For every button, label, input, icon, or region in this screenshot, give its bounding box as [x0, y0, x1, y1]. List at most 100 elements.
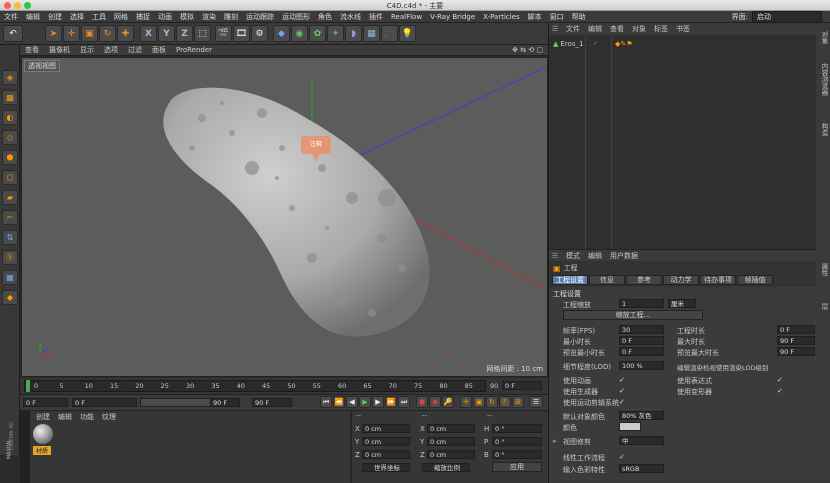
- side-tab-layers[interactable]: 层: [819, 303, 829, 310]
- subdivision-icon[interactable]: ◉: [291, 25, 308, 42]
- menu-sculpt[interactable]: 雕刻: [220, 12, 242, 22]
- view-clip-select[interactable]: 中: [619, 436, 664, 445]
- texture-mode-icon[interactable]: ◐: [2, 110, 18, 125]
- viewport-menu-display[interactable]: 显示: [75, 45, 99, 55]
- use-generators-checkbox[interactable]: ✓: [619, 387, 627, 395]
- size-y-field[interactable]: 0 cm: [427, 437, 475, 446]
- menu-simulate[interactable]: 模拟: [176, 12, 198, 22]
- size-mode-select[interactable]: 缩放比例: [422, 463, 470, 472]
- cube-icon[interactable]: ◆: [273, 25, 290, 42]
- menu-animate[interactable]: 动画: [154, 12, 176, 22]
- menu-mesh[interactable]: 网格: [110, 12, 132, 22]
- om-menu-objects[interactable]: 对象: [628, 24, 650, 34]
- side-tab-attributes[interactable]: 属性: [819, 263, 829, 276]
- preview-min-field[interactable]: 0 F: [619, 347, 664, 356]
- lock-workplane-icon[interactable]: ◆: [2, 290, 18, 305]
- min-time-field[interactable]: 0 F: [619, 336, 664, 345]
- menu-edit[interactable]: 编辑: [22, 12, 44, 22]
- linear-workflow-checkbox[interactable]: ✓: [619, 453, 627, 461]
- menu-help[interactable]: 帮助: [568, 12, 590, 22]
- color-swatch[interactable]: [619, 422, 641, 431]
- key-position-icon[interactable]: ✛: [460, 396, 472, 408]
- coordinate-system-icon[interactable]: ⬚: [194, 25, 211, 42]
- start-frame-field[interactable]: 0 F: [23, 398, 68, 407]
- menu-file[interactable]: 文件: [0, 12, 22, 22]
- menu-motion-tracking[interactable]: 运动跟踪: [242, 12, 278, 22]
- material-menu-create[interactable]: 创建: [32, 412, 54, 422]
- menu-pipeline[interactable]: 流水线: [336, 12, 365, 22]
- menu-x-particles[interactable]: X-Particles: [479, 13, 523, 21]
- viewport-menu-filter[interactable]: 过滤: [123, 45, 147, 55]
- material-menu-texture[interactable]: 纹理: [98, 412, 120, 422]
- tweak-mode-icon[interactable]: ⇅: [2, 230, 18, 245]
- prev-frame-icon[interactable]: ◀: [346, 396, 358, 408]
- tab-dynamics[interactable]: 动力学: [663, 275, 699, 285]
- project-time-field[interactable]: 0 F: [777, 325, 815, 334]
- am-menu-mode[interactable]: 模式: [562, 251, 584, 261]
- max-time-field[interactable]: 90 F: [777, 336, 815, 345]
- next-frame-icon[interactable]: ▶: [372, 396, 384, 408]
- points-mode-icon[interactable]: ⬢: [2, 150, 18, 165]
- tab-key-interpolation[interactable]: 帧插值: [737, 275, 773, 285]
- viewport-menu-prorender[interactable]: ProRender: [171, 46, 217, 54]
- object-list[interactable]: ▲ Eros_1 ⁚ ✓ ◆✎⚑: [549, 36, 817, 249]
- size-z-field[interactable]: 0 cm: [427, 450, 475, 459]
- render-view-icon[interactable]: 🎬: [215, 25, 232, 42]
- rotate-icon[interactable]: ↻: [99, 25, 116, 42]
- material-preview-sphere[interactable]: [33, 424, 53, 444]
- play-icon[interactable]: ▶: [359, 396, 371, 408]
- am-menu-edit[interactable]: 编辑: [584, 251, 606, 261]
- y-axis-lock-icon[interactable]: Y: [158, 25, 175, 42]
- pos-y-field[interactable]: 0 cm: [362, 437, 410, 446]
- goto-start-icon[interactable]: ⏮: [320, 396, 332, 408]
- edges-mode-icon[interactable]: ⬡: [2, 170, 18, 185]
- deformer-icon[interactable]: ◗: [345, 25, 362, 42]
- size-x-field[interactable]: 0 cm: [427, 424, 475, 433]
- menu-snap[interactable]: 捕捉: [132, 12, 154, 22]
- visibility-dots-icon[interactable]: ⁚ ✓: [589, 40, 598, 47]
- model-mode-icon[interactable]: ▩: [2, 90, 18, 105]
- menu-mograph[interactable]: 运动图形: [278, 12, 314, 22]
- make-editable-icon[interactable]: ◈: [2, 70, 18, 85]
- live-select-icon[interactable]: ➤: [45, 25, 62, 42]
- scale-icon[interactable]: ▣: [81, 25, 98, 42]
- auto-key-icon[interactable]: ◉: [429, 396, 441, 408]
- floor-icon[interactable]: ▦: [363, 25, 380, 42]
- render-settings-icon[interactable]: ⚙: [251, 25, 268, 42]
- cloner-icon[interactable]: ✿: [309, 25, 326, 42]
- record-icon[interactable]: ●: [416, 396, 428, 408]
- side-tab-content-browser[interactable]: 内容浏览器: [819, 63, 829, 96]
- prev-key-icon[interactable]: ⏪: [333, 396, 345, 408]
- rot-b-field[interactable]: 0 °: [492, 450, 542, 459]
- om-menu-tags[interactable]: 标签: [650, 24, 672, 34]
- workplane-grid-icon[interactable]: ▦: [2, 270, 18, 285]
- rot-h-field[interactable]: 0 °: [492, 424, 542, 433]
- om-menu-bookmarks[interactable]: 书签: [672, 24, 694, 34]
- key-rotation-icon[interactable]: ↻: [486, 396, 498, 408]
- material-name-label[interactable]: 材质: [33, 446, 52, 455]
- keyframe-selection-icon[interactable]: 🔑: [442, 396, 454, 408]
- viewport-nav-icon[interactable]: ✥ ⇆ ⟲ ▢: [507, 46, 548, 54]
- tab-reference[interactable]: 参考: [626, 275, 662, 285]
- om-menu-edit[interactable]: 编辑: [584, 24, 606, 34]
- undo-icon[interactable]: ↶: [3, 25, 23, 42]
- object-name[interactable]: Eros_1: [560, 40, 583, 48]
- recent-tool-icon[interactable]: ✚: [117, 25, 134, 42]
- use-motion-system-checkbox[interactable]: ✓: [619, 398, 627, 406]
- fps-field[interactable]: 30: [619, 325, 664, 334]
- default-color-select[interactable]: 80% 灰色: [619, 411, 664, 420]
- tab-info[interactable]: 信息: [589, 275, 625, 285]
- key-parameter-icon[interactable]: Ⓟ: [499, 396, 511, 408]
- viewport-menu-panel[interactable]: 面板: [147, 45, 171, 55]
- camera-icon[interactable]: 🎥: [381, 25, 398, 42]
- current-frame-field[interactable]: 0 F: [72, 398, 137, 407]
- layout-select[interactable]: 启动: [752, 10, 822, 23]
- menu-create[interactable]: 创建: [44, 12, 66, 22]
- use-animation-checkbox[interactable]: ✓: [619, 376, 627, 384]
- menu-tools[interactable]: 工具: [88, 12, 110, 22]
- next-key-icon[interactable]: ⏩: [385, 396, 397, 408]
- view-clip-expander-icon[interactable]: ▸: [553, 437, 557, 445]
- menu-realflow[interactable]: RealFlow: [387, 13, 426, 21]
- coord-system-select[interactable]: 世界坐标: [362, 463, 410, 472]
- move-icon[interactable]: ✛: [63, 25, 80, 42]
